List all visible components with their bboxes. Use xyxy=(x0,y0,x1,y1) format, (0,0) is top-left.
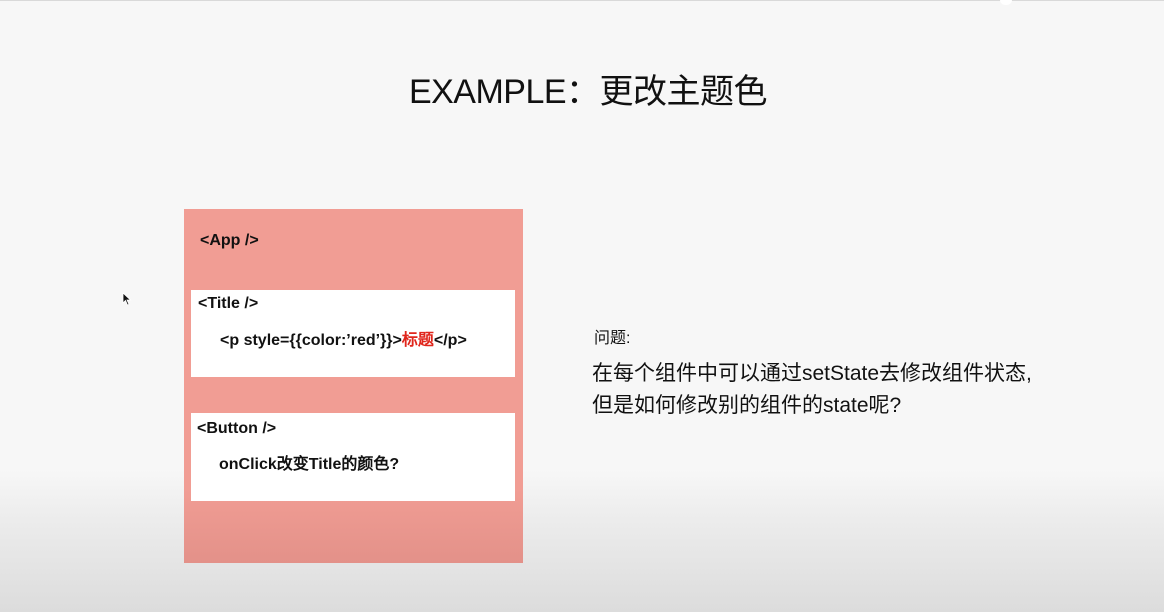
title-component-code: <p style={{color:’red’}}>标题</p> xyxy=(220,326,467,350)
mouse-pointer-icon xyxy=(122,292,132,306)
question-line-2: 但是如何修改别的组件的state呢? xyxy=(592,394,902,417)
button-component-code: onClick改变Title的颜色? xyxy=(219,456,400,473)
title-code-prefix: <p style={{color:’red’}}> xyxy=(220,332,402,349)
slide-title: EXAMPLE：更改主题色 xyxy=(408,73,768,111)
title-code-highlight: 标题 xyxy=(401,332,434,349)
window-top-border xyxy=(0,0,1164,1)
button-component-label: <Button /> xyxy=(197,420,277,437)
question-line-1: 在每个组件中可以通过setState去修改组件状态, xyxy=(592,362,1032,385)
window-corner-notch xyxy=(1000,0,1012,5)
title-code-suffix: </p> xyxy=(433,332,467,349)
question-body: 在每个组件中可以通过setState去修改组件状态, 但是如何修改别的组件的st… xyxy=(592,358,1032,422)
app-component-label: <App /> xyxy=(200,232,259,249)
app-component-box xyxy=(184,209,523,563)
title-component-label: <Title /> xyxy=(198,295,259,312)
question-heading: 问题: xyxy=(594,330,631,347)
